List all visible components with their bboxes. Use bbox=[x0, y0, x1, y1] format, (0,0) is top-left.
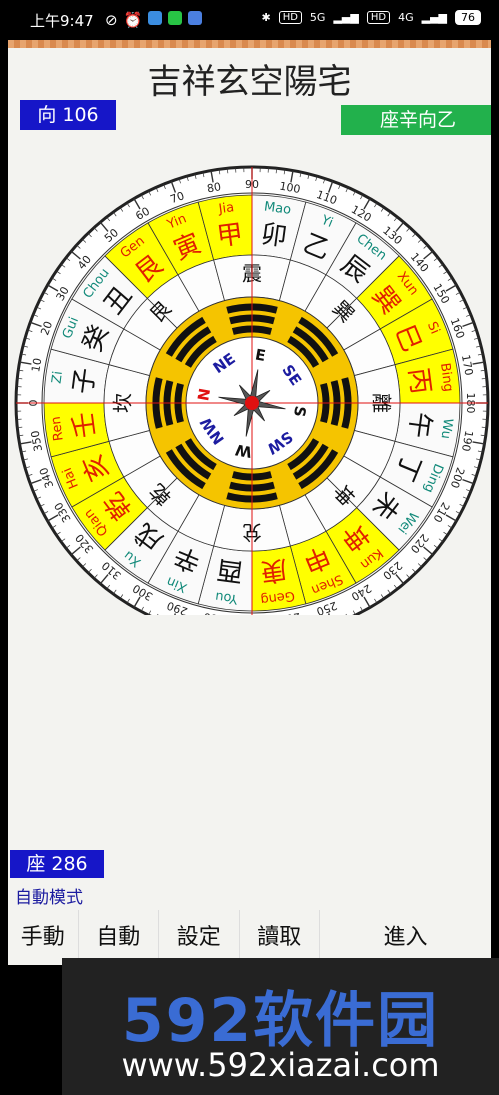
seat-degree-box: 座 286 bbox=[10, 850, 104, 878]
mountain-char: 壬 bbox=[68, 410, 101, 440]
mountain-pinyin: Zi bbox=[49, 370, 66, 384]
manual-button[interactable]: 手動 bbox=[8, 910, 79, 965]
mountain-pinyin: You bbox=[214, 588, 239, 606]
wechat-icon bbox=[168, 11, 183, 25]
app-icon bbox=[188, 11, 203, 25]
network-4g: 4G bbox=[398, 11, 414, 24]
mute-icon: ⊘ bbox=[105, 11, 118, 29]
mountain-char: 子 bbox=[68, 366, 101, 396]
network-5g: 5G bbox=[309, 11, 326, 24]
status-bar: 上午9:47 ⊘ ⏰ ✱ HD 5G ▂▄▆ HD 4G ▂▄▆ 76 bbox=[0, 0, 499, 40]
status-right: ✱ HD 5G ▂▄▆ HD 4G ▂▄▆ 76 bbox=[261, 10, 481, 25]
mountain-char: 午 bbox=[402, 410, 435, 440]
mountain-char: 庚 bbox=[259, 553, 289, 586]
signal-icon: ▂▄▆ bbox=[421, 11, 447, 24]
read-button[interactable]: 讀取 bbox=[240, 910, 321, 965]
compass-center bbox=[245, 396, 259, 410]
status-time: 上午9:47 bbox=[30, 12, 94, 30]
mountain-char: 酉 bbox=[215, 553, 245, 586]
mountain-char: 卯 bbox=[259, 219, 289, 252]
enter-button[interactable]: 進入 bbox=[320, 910, 491, 965]
top-decoration bbox=[8, 40, 491, 48]
mountain-pinyin: Wu bbox=[438, 417, 456, 439]
degree-label: 80 bbox=[206, 180, 222, 195]
auto-button[interactable]: 自動 bbox=[79, 910, 160, 965]
battery-icon: 76 bbox=[455, 10, 481, 25]
mountain-pinyin: Jia bbox=[217, 200, 235, 217]
seat-facing-box: 座辛向乙 bbox=[341, 105, 491, 135]
watermark-banner: 592软件园 www.592xiazai.com bbox=[62, 958, 499, 1095]
luopan-compass[interactable]: 01020304050607080 90 100110120130140150160… bbox=[10, 115, 490, 615]
settings-button[interactable]: 設定 bbox=[159, 910, 240, 965]
signal-icon: ▂▄▆ bbox=[333, 11, 359, 24]
hd-badge-2: HD bbox=[366, 11, 391, 24]
app-icon bbox=[148, 11, 163, 25]
degree-label: 10 bbox=[29, 357, 44, 373]
mountain-char: 甲 bbox=[215, 219, 245, 252]
alarm-icon: ⏰ bbox=[123, 11, 143, 29]
bottom-button-bar: 手動 自動 設定 讀取 進入 bbox=[8, 910, 491, 965]
mode-label: 自動模式 bbox=[15, 888, 83, 908]
hd-badge: HD bbox=[278, 11, 302, 24]
page-title: 吉祥玄空陽宅 bbox=[147, 62, 352, 102]
mountain-char: 丙 bbox=[402, 366, 435, 396]
app-screen: 吉祥玄空陽宅 向 106 0 10 20 30 40 50 60 70 80 90 100 110 12… bbox=[8, 40, 491, 965]
watermark-url: www.592xiazai.com bbox=[121, 1046, 440, 1084]
notification-icons: ⊘ ⏰ bbox=[105, 11, 203, 29]
mountain-pinyin: Ren bbox=[49, 415, 67, 441]
bluetooth-icon: ✱ bbox=[261, 11, 271, 24]
